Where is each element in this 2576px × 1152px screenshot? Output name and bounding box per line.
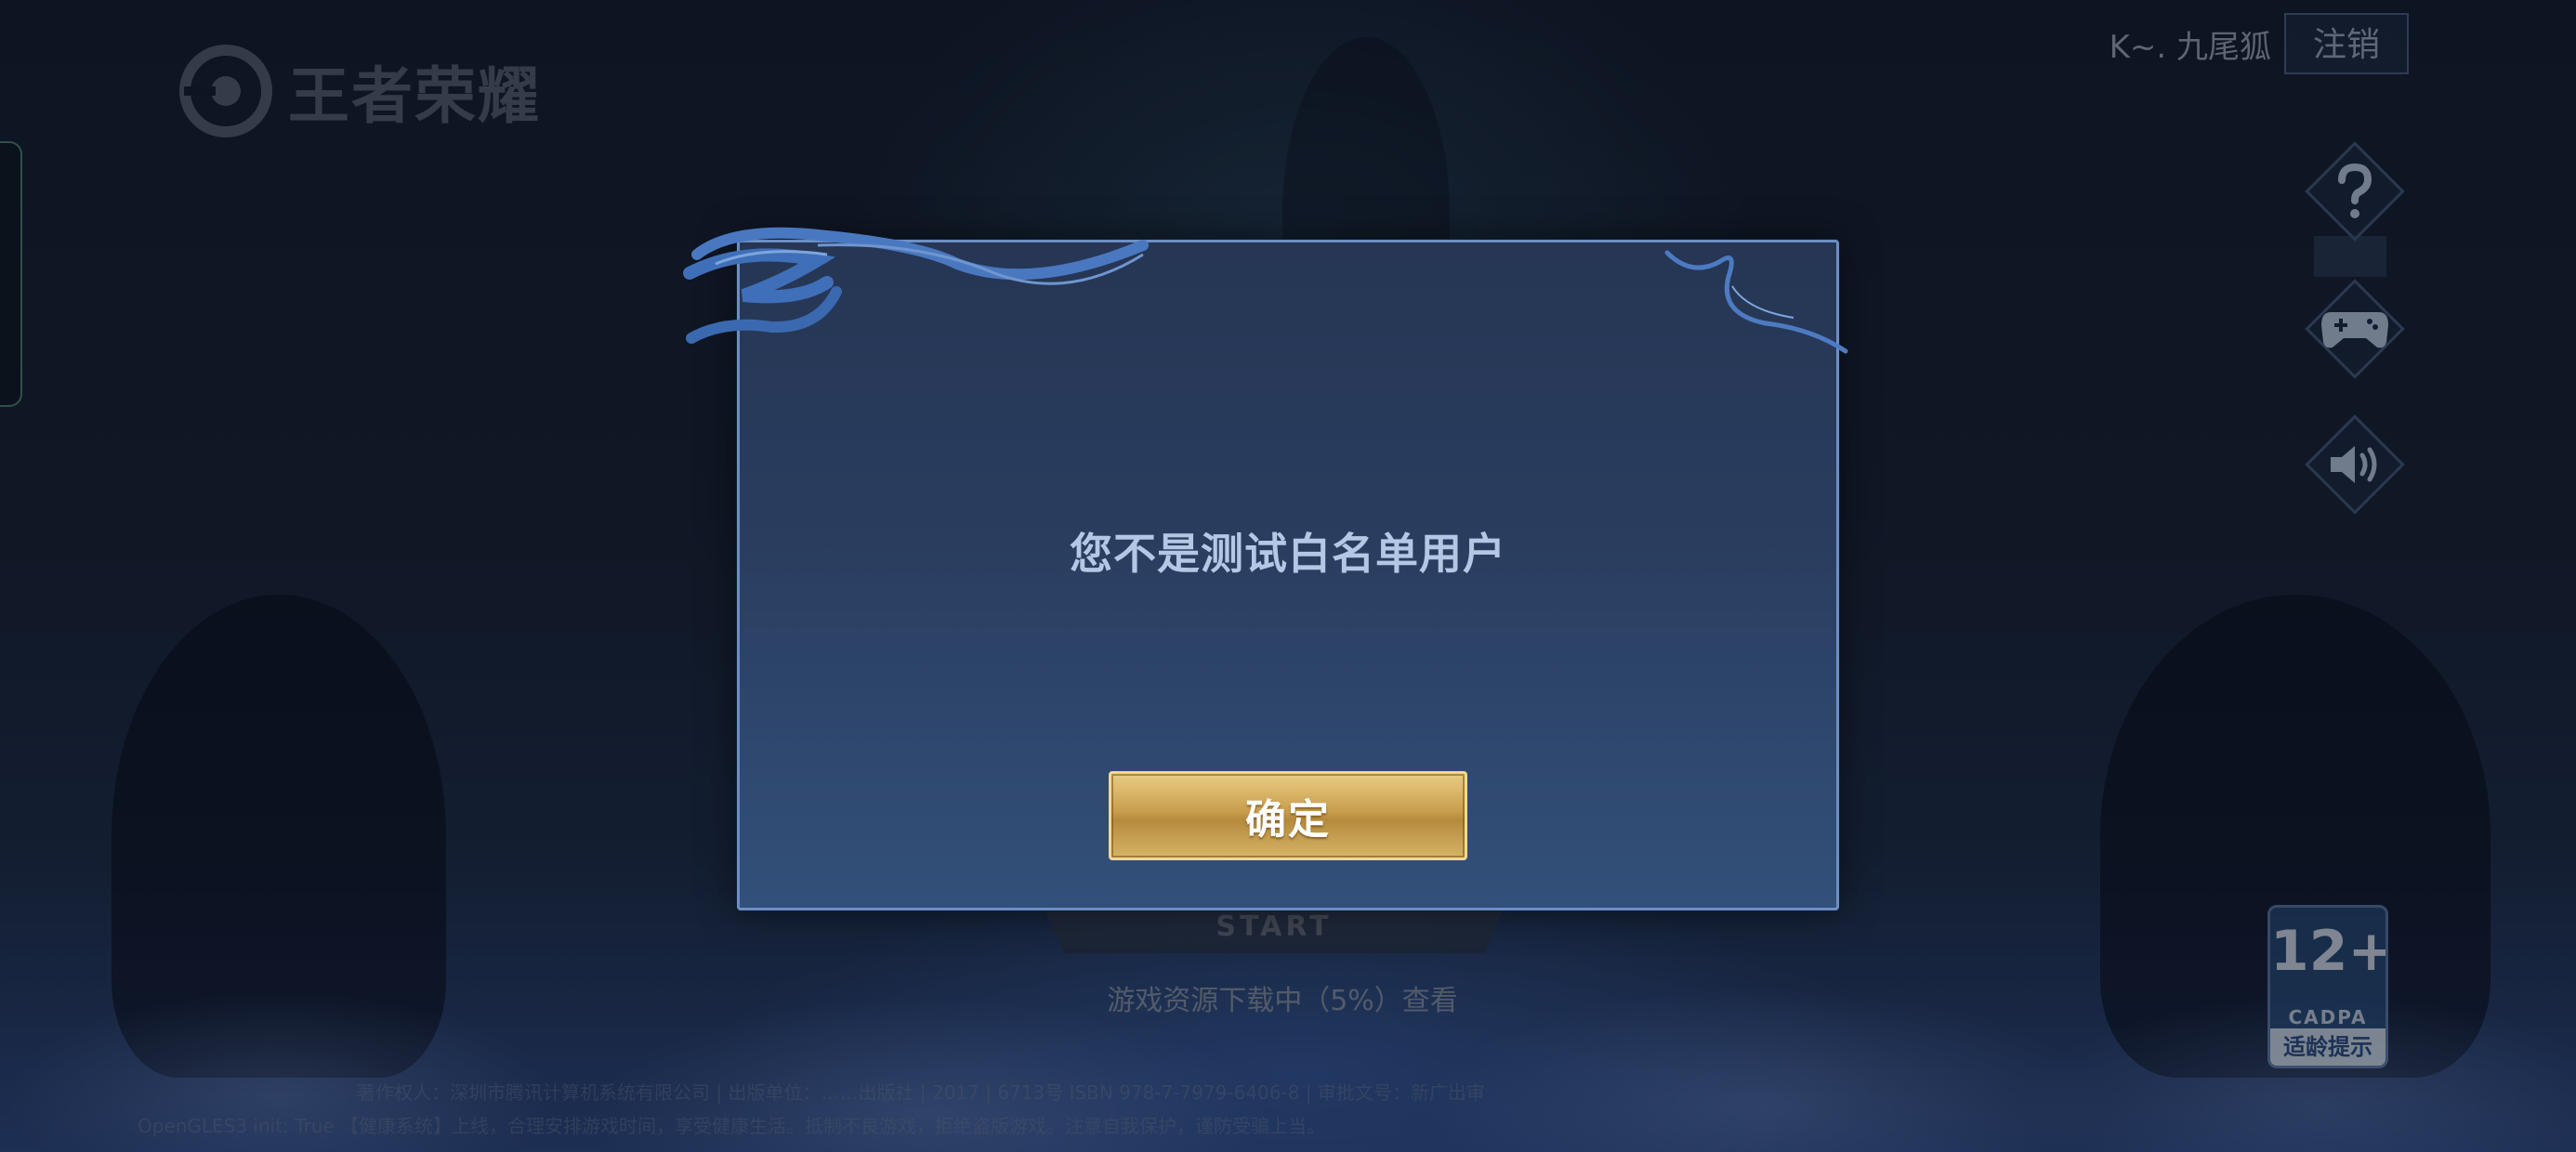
cloud-ornament-right-icon xyxy=(1664,250,1848,354)
game-login-screen: 王者荣耀 K~. 九尾狐 注销 START 游戏资源下载中（5%）查看 著作权人… xyxy=(0,0,2576,1152)
dialog-message: 您不是测试白名单用户 xyxy=(1070,529,1506,579)
confirm-button-label: 确定 xyxy=(1245,796,1331,844)
confirm-button[interactable]: 确定 xyxy=(1109,771,1467,860)
cloud-ornament-icon xyxy=(683,227,1149,344)
